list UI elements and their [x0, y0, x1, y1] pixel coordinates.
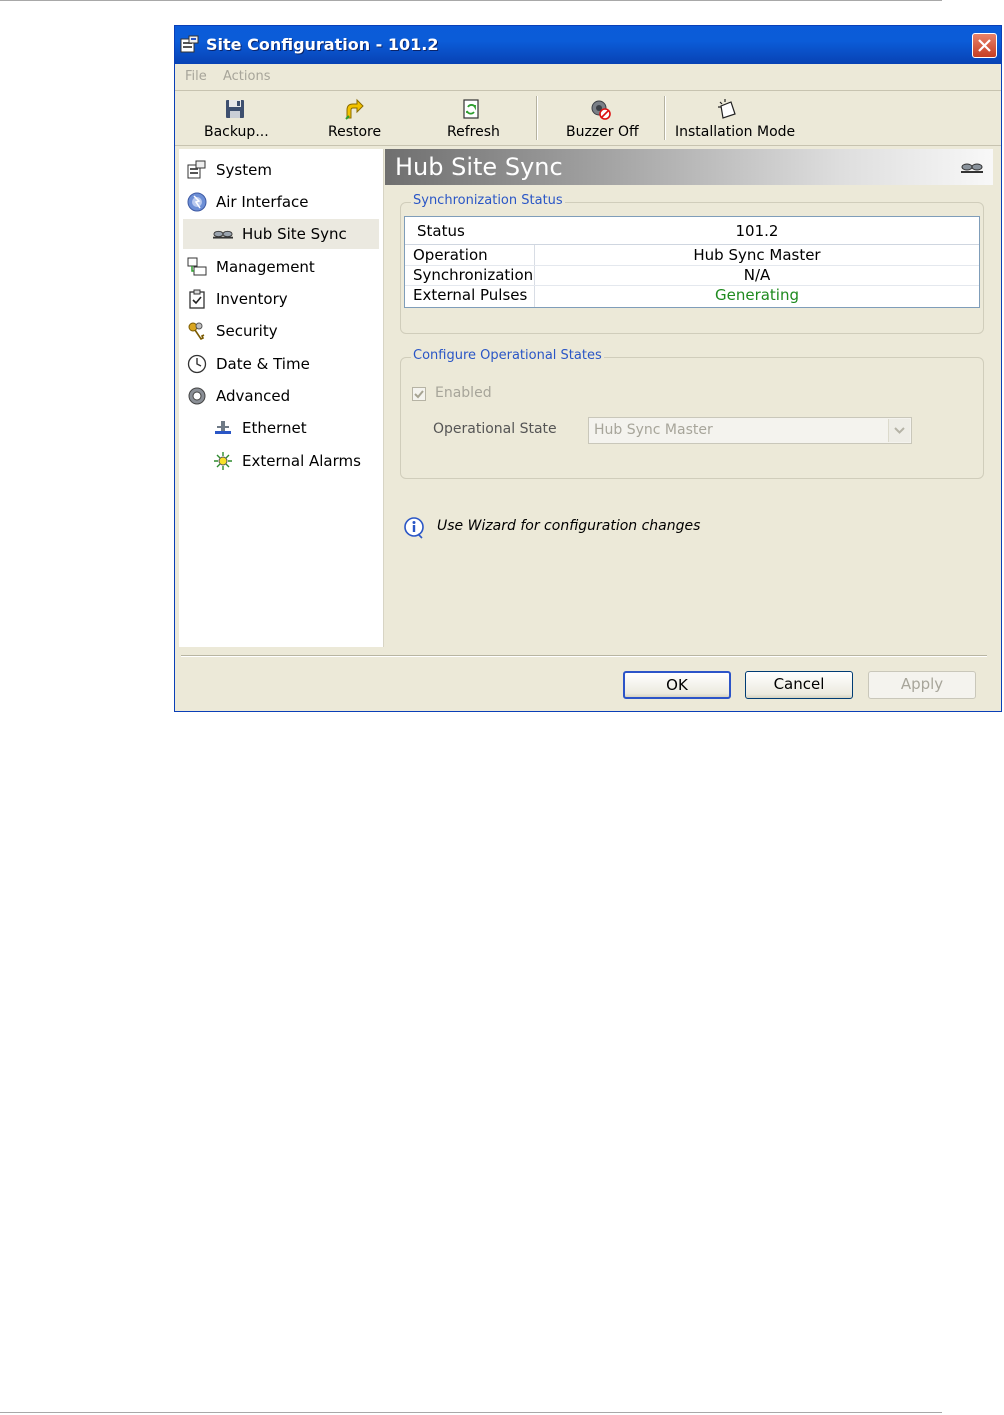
header-key: Status: [417, 222, 465, 240]
floppy-disk-icon: [226, 100, 244, 118]
sidebar-item-advanced[interactable]: Advanced: [187, 381, 377, 411]
sidebar-item-label: Ethernet: [242, 419, 307, 437]
enabled-checkbox[interactable]: [412, 387, 426, 401]
page-bottom-rule: [0, 1412, 942, 1413]
sidebar-item-date-time[interactable]: Date & Time: [187, 349, 377, 379]
sidebar-item-label: Date & Time: [216, 355, 310, 373]
gear-icon: [188, 387, 206, 405]
row-value: Hub Sync Master: [693, 246, 821, 264]
sidebar-item-ethernet[interactable]: Ethernet: [213, 413, 377, 443]
refresh-icon: [463, 99, 479, 119]
sidebar-item-label: Security: [216, 322, 278, 340]
status-table[interactable]: Status 101.2 Operation Hub Sync Master S…: [404, 216, 980, 308]
air-interface-icon: [187, 192, 207, 212]
ok-button[interactable]: OK: [623, 671, 731, 699]
table-row: Operation Hub Sync Master: [405, 245, 979, 266]
title-bar[interactable]: Site Configuration - 101.2: [175, 26, 1001, 64]
restore-button[interactable]: Restore: [320, 97, 390, 141]
restore-arrow-icon: [345, 98, 364, 120]
alarm-icon: [214, 452, 232, 470]
hub-sync-icon: [961, 163, 983, 173]
restore-label: Restore: [328, 124, 382, 140]
buzzer-off-button[interactable]: Buzzer Off: [563, 97, 643, 141]
page-title: Hub Site Sync: [395, 153, 563, 181]
refresh-label: Refresh: [447, 124, 500, 140]
hub-sync-icon: [213, 230, 233, 239]
page-top-rule: [0, 0, 942, 1]
installation-mode-label: Installation Mode: [675, 124, 796, 140]
buzzer-off-icon: [591, 100, 611, 120]
sidebar-item-label: Advanced: [216, 387, 291, 405]
navigation-tree: System Air Interface Hub Site Sync Manag…: [179, 149, 384, 647]
sidebar-item-label: System: [216, 161, 272, 179]
sidebar-item-label: Inventory: [216, 290, 288, 308]
row-value: Generating: [714, 286, 800, 304]
synchronization-status-group: Synchronization Status Status 101.2 Oper…: [400, 193, 984, 334]
sidebar-item-system[interactable]: System: [187, 155, 377, 185]
backup-button[interactable]: Backup...: [197, 97, 269, 141]
row-value: N/A: [743, 266, 771, 284]
row-key: External Pulses: [413, 286, 528, 304]
group-legend: Synchronization Status: [411, 193, 565, 208]
header-value: 101.2: [735, 222, 779, 240]
sidebar-item-security[interactable]: Security: [187, 316, 377, 346]
select-value: Hub Sync Master: [594, 422, 713, 438]
dialog-separator: [181, 655, 987, 657]
page-header: Hub Site Sync: [385, 149, 993, 185]
window-icon: [180, 35, 199, 53]
close-icon: [978, 39, 991, 52]
clock-icon: [187, 354, 207, 374]
table-header: Status 101.2: [405, 217, 979, 245]
apply-button[interactable]: Apply: [868, 671, 976, 699]
sidebar-item-inventory[interactable]: Inventory: [187, 284, 377, 314]
row-key: Synchronization: [413, 266, 534, 284]
checkmark-icon: [414, 390, 424, 399]
toolbar: Backup... Restore Refresh Buzzer Off Ins…: [175, 91, 1001, 146]
close-button[interactable]: [972, 33, 997, 58]
backup-label: Backup...: [204, 124, 269, 140]
sidebar-item-label: Air Interface: [216, 193, 309, 211]
operational-state-select[interactable]: Hub Sync Master: [588, 417, 912, 444]
toolbar-separator: [664, 96, 666, 140]
sidebar-item-label: External Alarms: [242, 452, 361, 470]
installation-mode-button[interactable]: Installation Mode: [673, 97, 795, 141]
row-key: Operation: [413, 246, 488, 264]
window-title: Site Configuration - 101.2: [206, 35, 439, 54]
operational-states-group: Configure Operational States Enabled Ope…: [400, 348, 984, 479]
enabled-label: Enabled: [435, 385, 492, 401]
site-configuration-window: Site Configuration - 101.2 File Actions …: [174, 25, 1002, 712]
wizard-info-text: Use Wizard for configuration changes: [437, 518, 701, 534]
sidebar-item-label: Management: [216, 258, 315, 276]
content-panel: Hub Site Sync Synchronization Status Sta…: [385, 149, 995, 647]
sidebar-item-air-interface[interactable]: Air Interface: [187, 187, 377, 217]
security-keys-icon: [188, 322, 205, 341]
buzzer-off-label: Buzzer Off: [566, 124, 639, 140]
sidebar-item-external-alarms[interactable]: External Alarms: [213, 446, 377, 476]
menu-actions[interactable]: Actions: [223, 69, 271, 84]
sidebar-item-label: Hub Site Sync: [242, 225, 347, 243]
chevron-down-icon: [894, 427, 905, 434]
dropdown-button[interactable]: [888, 419, 910, 442]
refresh-button[interactable]: Refresh: [437, 97, 509, 141]
table-row: Synchronization N/A: [405, 265, 979, 286]
sidebar-item-hub-site-sync[interactable]: Hub Site Sync: [183, 219, 379, 249]
management-icon: [187, 257, 207, 276]
ethernet-icon: [215, 421, 231, 434]
installation-mode-icon: [718, 99, 736, 119]
inventory-icon: [189, 289, 205, 309]
system-icon: [187, 160, 206, 179]
info-icon: [404, 517, 424, 539]
toolbar-separator: [536, 96, 538, 140]
group-legend: Configure Operational States: [411, 348, 604, 363]
table-row: External Pulses Generating: [405, 285, 979, 305]
menu-file[interactable]: File: [185, 69, 207, 84]
menu-bar: File Actions: [175, 64, 1001, 91]
cancel-button[interactable]: Cancel: [745, 671, 853, 699]
operational-state-label: Operational State: [433, 421, 557, 437]
sidebar-item-management[interactable]: Management: [187, 252, 377, 282]
